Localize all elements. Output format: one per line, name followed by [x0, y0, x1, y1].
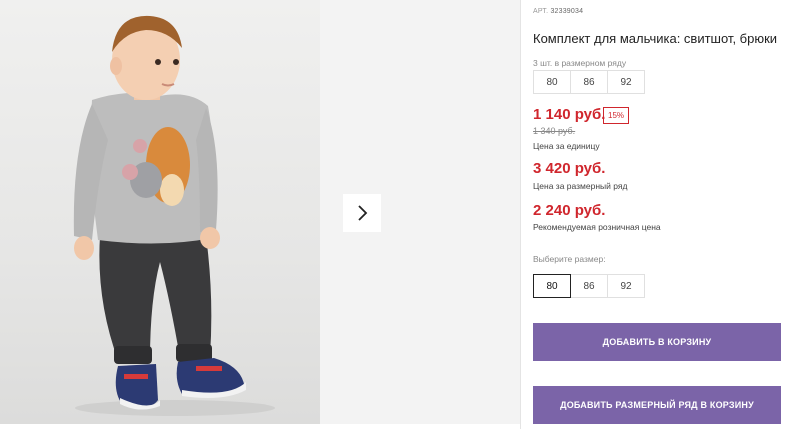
- product-title: Комплект для мальчика: свитшот, брюки: [533, 31, 778, 46]
- add-to-cart-button[interactable]: ДОБАВИТЬ В КОРЗИНУ: [533, 323, 781, 361]
- unit-price: 1 140 руб.: [533, 106, 606, 123]
- article-label: АРТ.: [533, 8, 549, 15]
- article-number: АРТ. 32339034: [533, 8, 583, 15]
- unit-price-caption: Цена за единицу: [533, 141, 600, 151]
- gallery-next-button[interactable]: [343, 194, 381, 232]
- chevron-right-icon: [358, 205, 368, 221]
- size-picker: 80 86 92: [533, 274, 645, 298]
- series-price: 3 420 руб.: [533, 160, 606, 177]
- series-size-92: 92: [607, 70, 645, 94]
- size-option-86[interactable]: 86: [570, 274, 608, 298]
- panel-divider: [520, 0, 521, 429]
- product-photo: [0, 0, 320, 424]
- series-size-80: 80: [533, 70, 571, 94]
- article-value: 32339034: [550, 8, 584, 15]
- retail-price: 2 240 руб.: [533, 202, 606, 219]
- product-gallery: [0, 0, 520, 429]
- retail-price-caption: Рекомендуемая розничная цена: [533, 222, 661, 232]
- size-picker-label: Выберите размер:: [533, 254, 606, 264]
- discount-badge: 15%: [603, 107, 630, 124]
- add-series-to-cart-button[interactable]: ДОБАВИТЬ РАЗМЕРНЫЙ РЯД В КОРЗИНУ: [533, 386, 781, 424]
- series-price-caption: Цена за размерный ряд: [533, 181, 628, 191]
- product-photo-image: [73, 15, 275, 416]
- size-option-80[interactable]: 80: [533, 274, 571, 298]
- series-size-86: 86: [570, 70, 608, 94]
- series-sizes: 80 86 92: [533, 70, 645, 94]
- old-price: 1 340 руб.: [533, 126, 576, 136]
- series-note: 3 шт. в размерном ряду: [533, 58, 627, 68]
- size-option-92[interactable]: 92: [607, 274, 645, 298]
